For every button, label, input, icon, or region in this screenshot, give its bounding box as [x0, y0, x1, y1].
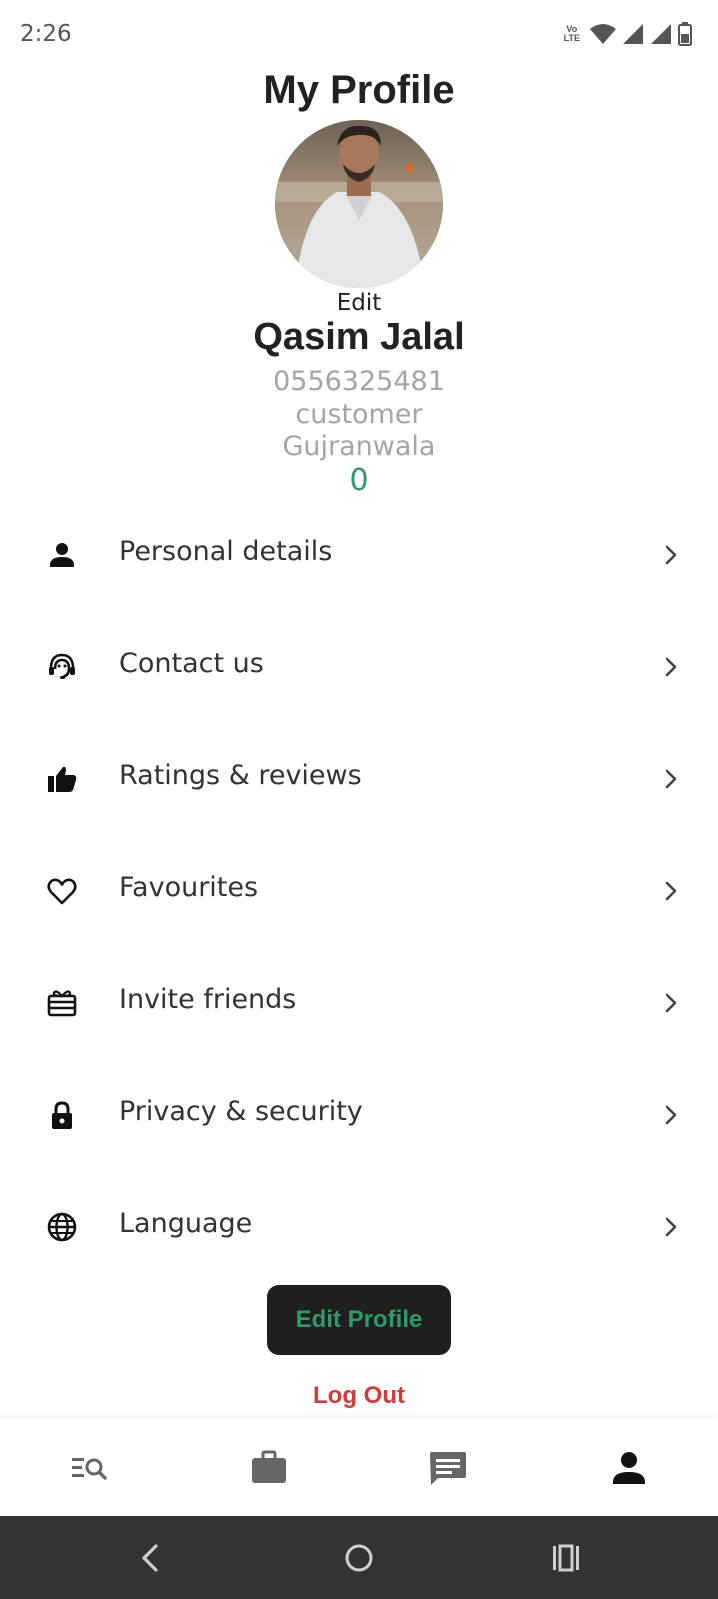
- menu-item-language[interactable]: Language: [0, 1176, 718, 1276]
- menu-item-label: Language: [119, 1208, 253, 1239]
- menu-item-label: Favourites: [119, 872, 259, 903]
- chevron-right-icon: [665, 881, 677, 901]
- user-phone: 0556325481: [273, 366, 445, 397]
- status-icons: Vo LTE: [564, 22, 692, 46]
- search-list-icon[interactable]: [68, 1446, 112, 1490]
- logout-button[interactable]: Log Out: [0, 1382, 718, 1410]
- edit-photo-link[interactable]: Edit: [0, 290, 718, 316]
- menu-item-privacy-security[interactable]: Privacy & security: [0, 1064, 718, 1164]
- chevron-right-icon: [665, 545, 677, 565]
- status-bar: 2:26 Vo LTE: [0, 0, 718, 70]
- chevron-right-icon: [665, 1105, 677, 1125]
- edit-profile-button[interactable]: Edit Profile: [267, 1285, 451, 1355]
- support-agent-icon: [49, 653, 75, 679]
- page-title: My Profile: [263, 68, 455, 112]
- menu-item-ratings-reviews[interactable]: Ratings & reviews: [0, 728, 718, 828]
- chat-icon[interactable]: [426, 1446, 470, 1490]
- points-count: 0: [349, 463, 369, 498]
- avatar[interactable]: [275, 120, 443, 288]
- user-name: Qasim Jalal: [253, 316, 465, 358]
- chevron-right-icon: [665, 1217, 677, 1237]
- wifi-icon: [590, 24, 616, 44]
- user-city: Gujranwala: [282, 431, 436, 462]
- thumb-up-icon: [48, 766, 77, 792]
- signal-icon: [623, 24, 643, 44]
- menu-item-contact-us[interactable]: Contact us: [0, 616, 718, 716]
- volte-icon: Vo LTE: [564, 25, 580, 43]
- menu-item-label: Personal details: [119, 536, 333, 567]
- menu-item-invite-friends[interactable]: Invite friends: [0, 952, 718, 1052]
- back-icon[interactable]: [132, 1538, 172, 1578]
- chevron-right-icon: [665, 657, 677, 677]
- system-nav-bar: [0, 1516, 718, 1599]
- person-icon[interactable]: [607, 1446, 651, 1490]
- briefcase-icon[interactable]: [247, 1446, 291, 1490]
- bottom-nav: [0, 1418, 718, 1516]
- chevron-right-icon: [665, 769, 677, 789]
- volte-line-2: LTE: [563, 33, 580, 43]
- menu-item-favourites[interactable]: Favourites: [0, 840, 718, 940]
- chevron-right-icon: [665, 993, 677, 1013]
- menu-item-label: Privacy & security: [119, 1096, 363, 1127]
- menu-item-personal-details[interactable]: Personal details: [0, 504, 718, 604]
- profile-photo: [275, 120, 443, 288]
- menu-item-label: Ratings & reviews: [119, 760, 362, 791]
- gift-card-icon: [47, 990, 77, 1017]
- user-role: customer: [295, 399, 423, 430]
- person-icon: [50, 543, 74, 567]
- signal-icon: [651, 24, 671, 44]
- menu-item-label: Contact us: [119, 648, 264, 679]
- globe-icon: [47, 1212, 77, 1242]
- home-icon[interactable]: [339, 1538, 379, 1578]
- lock-icon: [52, 1101, 72, 1129]
- recents-icon[interactable]: [546, 1538, 586, 1578]
- menu-item-label: Invite friends: [119, 984, 297, 1015]
- battery-icon: [678, 22, 692, 46]
- status-time: 2:26: [20, 21, 72, 47]
- heart-icon: [47, 878, 77, 905]
